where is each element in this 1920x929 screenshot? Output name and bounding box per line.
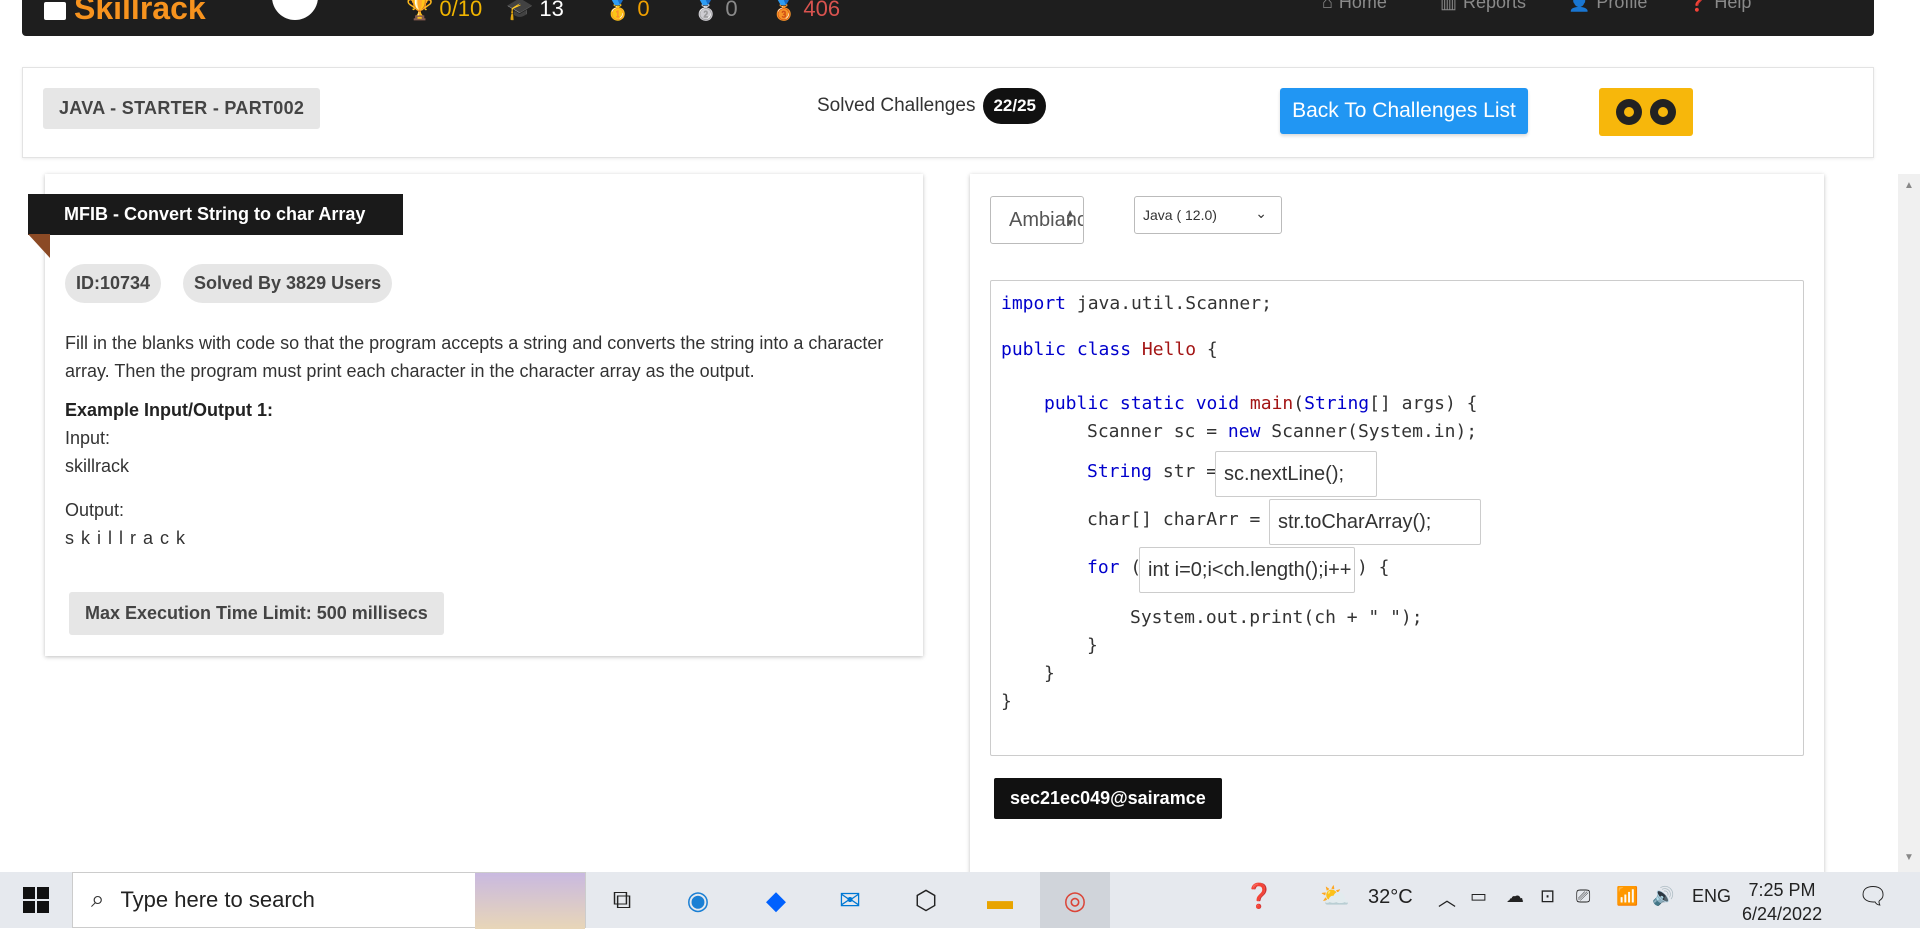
graduation-cap-icon: 🎓 — [506, 0, 534, 21]
stat-courses: 🎓 13 — [506, 0, 564, 22]
problem-title: MFIB - Convert String to char Array — [28, 194, 404, 235]
language-select[interactable]: Java ( 12.0) ⌄ — [1134, 196, 1282, 234]
wifi-icon[interactable]: 📶 — [1616, 886, 1638, 907]
back-to-challenges-button[interactable]: Back To Challenges List — [1280, 88, 1528, 134]
search-icon: ⌕ — [91, 886, 105, 913]
problem-panel: MFIB - Convert String to char Array ID:1… — [28, 174, 923, 656]
code-line-7-end: ) { — [1357, 557, 1390, 578]
bar-chart-icon: ▥ — [1440, 0, 1458, 12]
language-indicator[interactable]: ENG — [1692, 886, 1731, 907]
code-line-3: public static void main(String[] args) { — [1044, 393, 1478, 414]
dropbox-icon[interactable]: ◆ — [754, 880, 798, 920]
stat-silver: 🥈 0 — [692, 0, 738, 22]
skillrack-logo[interactable]: Skillrack — [44, 0, 206, 27]
code-line-8: System.out.print(ch + " "); — [1130, 607, 1423, 628]
stat-trophies: 🏆 0/10 — [406, 0, 482, 22]
solved-by-chip: Solved By 3829 Users — [183, 264, 393, 303]
solved-challenges: Solved Challenges 22/25 — [817, 88, 1046, 124]
meet-now-icon[interactable]: ⎚ — [1576, 886, 1590, 907]
weather-icon[interactable]: ⛅ — [1320, 882, 1350, 911]
taskbar: ⌕ Type here to search ⧉ ◉ ◆ ✉ ⬡ ▬ ◎ ❓ ⛅ … — [0, 872, 1920, 929]
clock-time: 7:25 PM — [1748, 880, 1816, 900]
blank-input-2[interactable]: str.toCharArray(); — [1269, 499, 1481, 545]
code-line-5: String str = — [1087, 461, 1228, 482]
user-icon: 👤 — [1568, 0, 1591, 12]
avatar[interactable] — [272, 0, 318, 20]
scroll-thumb[interactable] — [1902, 204, 1916, 804]
select-arrows-icon: ▲ ▼ — [1065, 208, 1075, 229]
temperature[interactable]: 32°C — [1368, 886, 1413, 909]
clock[interactable]: 7:25 PM 6/24/2022 — [1742, 878, 1822, 926]
chrome-taskbar-icon[interactable]: ◎ — [1040, 872, 1110, 928]
blank-input-3[interactable]: int i=0;i<ch.length();i++ — [1139, 547, 1355, 593]
problem-description: Fill in the blanks with code so that the… — [65, 333, 884, 381]
volume-icon[interactable]: 🔊 — [1652, 886, 1674, 907]
notifications-icon[interactable]: 🗨 — [1858, 882, 1888, 911]
display-icon[interactable]: ⊡ — [1540, 886, 1555, 907]
scroll-up-icon[interactable]: ▲ — [1904, 180, 1914, 191]
code-editor-panel: Ambiance ▲▼ Java ( 12.0) ⌄ import java.u… — [970, 174, 1824, 874]
home-icon: ⌂ — [1322, 0, 1333, 12]
search-placeholder: Type here to search — [120, 887, 315, 912]
code-line-7: for ( — [1087, 557, 1142, 578]
blank-input-1[interactable]: sc.nextLine(); — [1215, 451, 1377, 497]
browser-toggle-button[interactable] — [1599, 88, 1693, 136]
course-header: JAVA - STARTER - PART002 Solved Challeng… — [22, 67, 1874, 158]
stat-bronze: 🥉 406 — [770, 0, 840, 22]
edge-icon[interactable]: ◉ — [676, 880, 720, 920]
nav-help[interactable]: ❓ Help — [1686, 0, 1751, 13]
stat-gold: 🥇 0 — [604, 0, 650, 22]
output-value: s k i l l r a c k — [65, 528, 187, 548]
example-heading: Example Input/Output 1: — [65, 400, 274, 420]
file-explorer-icon[interactable]: ▬ — [978, 880, 1022, 920]
nav-home[interactable]: ⌂ Home — [1322, 0, 1387, 13]
start-button[interactable] — [0, 872, 72, 928]
time-limit-badge: Max Execution Time Limit: 500 millisecs — [69, 592, 444, 635]
help-tray-icon[interactable]: ❓ — [1244, 882, 1274, 911]
top-navbar: Skillrack 🏆 0/10 🎓 13 🥇 0 🥈 0 🥉 406 ⌂ Hom… — [22, 0, 1874, 36]
silver-medal-icon: 🥈 — [692, 0, 720, 21]
problem-id-chip: ID:10734 — [65, 264, 162, 303]
code-line-1: import java.util.Scanner; — [1001, 293, 1272, 314]
github-desktop-icon[interactable]: ⬡ — [904, 880, 948, 920]
input-label: Input: — [65, 428, 111, 448]
onedrive-icon[interactable]: ☁ — [1506, 886, 1524, 907]
firefox-icon — [1616, 99, 1642, 125]
chevron-up-icon[interactable]: ︿ — [1438, 886, 1456, 912]
chrome-icon — [1650, 99, 1676, 125]
battery-icon[interactable]: ▭ — [1470, 886, 1487, 907]
windows-icon — [23, 887, 49, 913]
solved-count-badge: 22/25 — [983, 88, 1046, 124]
course-badge: JAVA - STARTER - PART002 — [43, 88, 321, 129]
mail-icon[interactable]: ✉ — [828, 880, 872, 920]
code-line-6: char[] charArr = — [1087, 509, 1272, 530]
nav-reports[interactable]: ▥ Reports — [1440, 0, 1526, 13]
chevron-down-icon: ⌄ — [1255, 205, 1267, 221]
user-tag: sec21ec049@sairamce — [994, 778, 1222, 819]
task-view-icon[interactable]: ⧉ — [600, 880, 644, 920]
solved-label: Solved Challenges — [817, 95, 976, 116]
code-line-11: } — [1001, 691, 1012, 712]
code-area[interactable]: import java.util.Scanner; public class H… — [990, 280, 1804, 756]
bronze-medal-icon: 🥉 — [770, 0, 798, 21]
logo-icon — [44, 1, 66, 20]
taskbar-search[interactable]: ⌕ Type here to search — [72, 872, 586, 929]
nav-profile[interactable]: 👤 Profile — [1568, 0, 1647, 13]
code-line-4: Scanner sc = new Scanner(System.in); — [1087, 421, 1478, 442]
input-value: skillrack — [65, 456, 130, 476]
theme-select[interactable]: Ambiance ▲▼ — [990, 196, 1084, 244]
code-line-2: public class Hello { — [1001, 339, 1218, 360]
gold-medal-icon: 🥇 — [604, 0, 632, 21]
help-icon: ❓ — [1686, 0, 1709, 12]
code-line-10: } — [1044, 663, 1055, 684]
trophy-icon: 🏆 — [406, 0, 434, 21]
scroll-down-icon[interactable]: ▼ — [1904, 852, 1914, 863]
search-highlight-image — [475, 873, 585, 929]
clock-date: 6/24/2022 — [1742, 904, 1823, 924]
output-label: Output: — [65, 500, 125, 520]
ribbon-fold — [28, 234, 50, 258]
code-line-9: } — [1087, 635, 1098, 656]
page-scrollbar[interactable]: ▲ ▼ — [1898, 174, 1920, 874]
